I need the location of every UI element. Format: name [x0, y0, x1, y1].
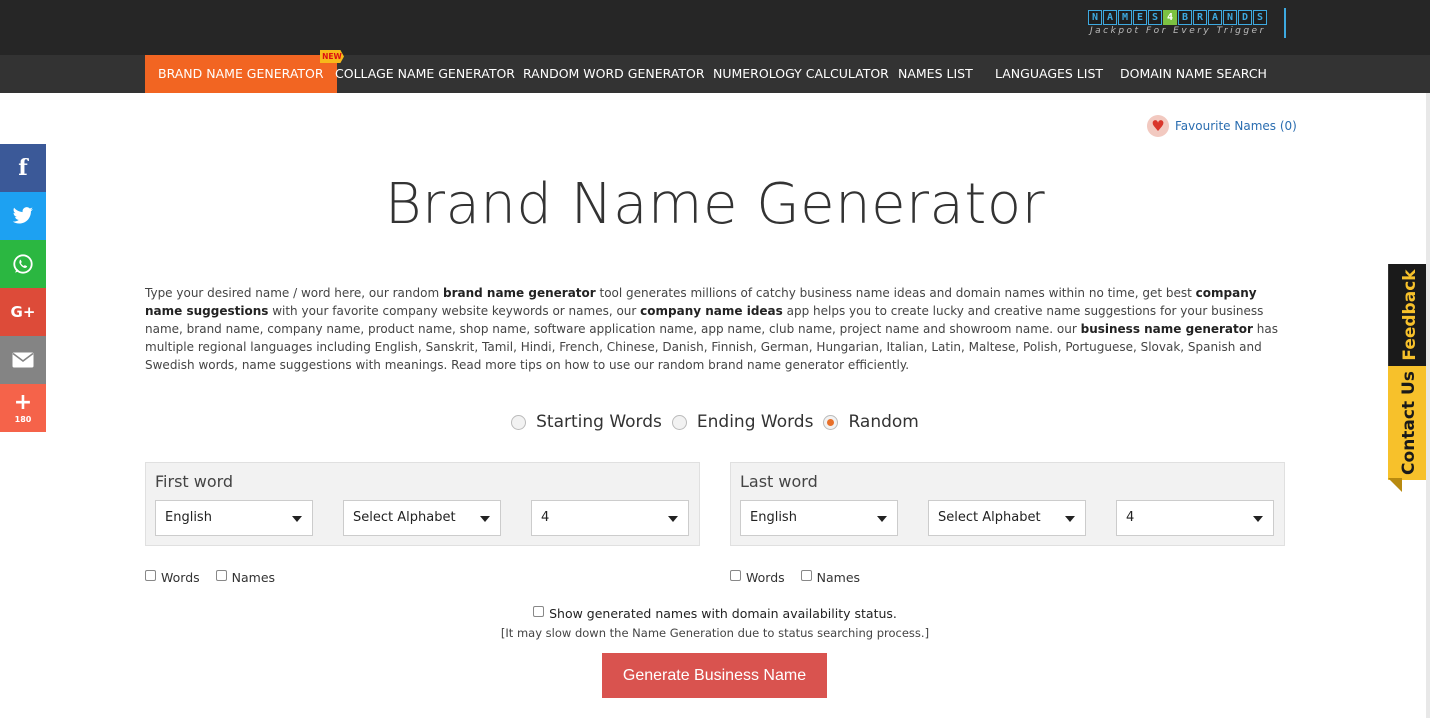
checkbox[interactable]: [730, 570, 741, 581]
description-keyword: company name ideas: [640, 304, 783, 318]
logo-wordmark: NAMES4BRANDS: [1088, 10, 1288, 25]
logo-letter: N: [1223, 10, 1237, 25]
select-value: Select Alphabet: [353, 510, 456, 525]
first-word-words-checkbox[interactable]: Words: [145, 570, 200, 585]
logo-lever-icon: [1282, 8, 1286, 38]
logo-letter: S: [1253, 10, 1267, 25]
radio-label: Ending Words: [696, 412, 814, 432]
nav-collage-name-generator[interactable]: COLLAGE NAME GENERATOR: [335, 55, 515, 93]
logo-letter: D: [1238, 10, 1252, 25]
radio-button[interactable]: [511, 414, 527, 430]
favourite-names-link[interactable]: ♥ Favourite Names (0): [1147, 115, 1297, 137]
description-text: tool generates millions of catchy busine…: [595, 286, 1196, 300]
first-word-checkboxes: Words Names: [145, 570, 291, 585]
favourite-names-label: Favourite Names (0): [1175, 119, 1297, 133]
whatsapp-icon[interactable]: [0, 240, 46, 288]
contact-us-label: Contact Us: [1399, 371, 1419, 475]
top-header-bar: NAMES4BRANDS Jackpot For Every Trigger: [0, 0, 1430, 55]
last-word-label: Last word: [740, 472, 818, 491]
last-word-words-checkbox[interactable]: Words: [730, 570, 785, 585]
logo-letter: A: [1103, 10, 1117, 25]
logo-letter: A: [1208, 10, 1222, 25]
word-position-options: Starting Words Ending Words Random: [0, 412, 1430, 432]
last-word-names-checkbox[interactable]: Names: [800, 570, 861, 585]
logo-letter: M: [1118, 10, 1132, 25]
radio-label: Starting Words: [536, 412, 662, 432]
first-word-panel: First word English Select Alphabet 4: [145, 462, 700, 546]
last-word-language-select[interactable]: English: [740, 500, 898, 536]
logo-letter: S: [1148, 10, 1162, 25]
domain-status-checkbox[interactable]: [533, 606, 545, 617]
caret-down-icon: [1065, 516, 1075, 522]
logo-letter: B: [1178, 10, 1192, 25]
checkbox-label: Words: [161, 570, 200, 585]
domain-status-label: Show generated names with domain availab…: [549, 606, 897, 621]
checkbox-label: Names: [816, 570, 861, 585]
logo-letter: 4: [1163, 10, 1177, 25]
logo-letter: R: [1193, 10, 1207, 25]
logo-tagline: Jackpot For Every Trigger: [1090, 26, 1266, 36]
checkbox-label: Words: [746, 570, 785, 585]
select-value: 4: [1126, 510, 1135, 525]
radio-label: Random: [848, 412, 919, 432]
radio-ending-words[interactable]: Ending Words: [671, 412, 814, 432]
caret-down-icon: [480, 516, 490, 522]
page-description: Type your desired name / word here, our …: [145, 284, 1285, 374]
domain-status-option[interactable]: Show generated names with domain availab…: [0, 606, 1430, 621]
checkbox[interactable]: [800, 570, 812, 581]
last-word-checkboxes: Words Names: [730, 570, 876, 585]
description-text: Type your desired name / word here, our …: [145, 286, 443, 300]
last-word-panel: Last word English Select Alphabet 4: [730, 462, 1285, 546]
feedback-tab[interactable]: Feedback: [1388, 264, 1430, 366]
first-word-alphabet-select[interactable]: Select Alphabet: [343, 500, 501, 536]
radio-starting-words[interactable]: Starting Words: [511, 412, 662, 432]
logo-letter: E: [1133, 10, 1147, 25]
nav-random-word-generator[interactable]: RANDOM WORD GENERATOR: [523, 55, 705, 93]
first-word-language-select[interactable]: English: [155, 500, 313, 536]
feedback-label: Feedback: [1399, 269, 1420, 361]
caret-down-icon: [877, 516, 887, 522]
radio-random[interactable]: Random: [823, 412, 919, 432]
nav-names-list[interactable]: NAMES LIST: [898, 55, 973, 93]
tab-fold-decoration: [1388, 478, 1402, 492]
scrollbar-track[interactable]: [1426, 93, 1430, 718]
radio-button-selected[interactable]: [823, 414, 839, 430]
radio-button[interactable]: [671, 414, 687, 430]
select-value: English: [165, 510, 212, 525]
first-word-label: First word: [155, 472, 234, 491]
last-word-length-select[interactable]: 4: [1116, 500, 1274, 536]
logo-letter: N: [1088, 10, 1102, 25]
contact-us-tab[interactable]: Contact Us: [1388, 366, 1430, 480]
caret-down-icon: [292, 516, 302, 522]
checkbox[interactable]: [145, 570, 156, 581]
caret-down-icon: [1253, 516, 1263, 522]
domain-status-note: [It may slow down the Name Generation du…: [500, 626, 930, 640]
select-value: Select Alphabet: [938, 510, 1041, 525]
first-word-names-checkbox[interactable]: Names: [215, 570, 276, 585]
nav-brand-name-generator[interactable]: BRAND NAME GENERATOR: [145, 55, 337, 93]
google-plus-icon[interactable]: G+: [0, 288, 46, 336]
heart-icon: ♥: [1147, 115, 1169, 137]
caret-down-icon: [668, 516, 678, 522]
main-navigation: BRAND NAME GENERATOR COLLAGE NAME GENERA…: [0, 55, 1430, 93]
select-value: English: [750, 510, 797, 525]
checkbox[interactable]: [215, 570, 227, 581]
checkbox-label: Names: [231, 570, 276, 585]
generate-business-name-button[interactable]: Generate Business Name: [602, 653, 827, 698]
email-icon[interactable]: [0, 336, 46, 384]
nav-domain-name-search[interactable]: DOMAIN NAME SEARCH: [1120, 55, 1267, 93]
page-title: Brand Name Generator: [384, 172, 1046, 237]
nav-numerology-calculator[interactable]: NUMEROLOGY CALCULATOR: [713, 55, 889, 93]
select-value: 4: [541, 510, 550, 525]
new-badge: NEW: [320, 50, 344, 63]
description-keyword: business name generator: [1080, 322, 1253, 336]
nav-languages-list[interactable]: LANGUAGES LIST: [995, 55, 1103, 93]
first-word-length-select[interactable]: 4: [531, 500, 689, 536]
last-word-alphabet-select[interactable]: Select Alphabet: [928, 500, 1086, 536]
description-text: with your favorite company website keywo…: [268, 304, 641, 318]
names4brands-logo[interactable]: NAMES4BRANDS Jackpot For Every Trigger: [1088, 8, 1288, 54]
description-keyword: brand name generator: [442, 286, 596, 300]
